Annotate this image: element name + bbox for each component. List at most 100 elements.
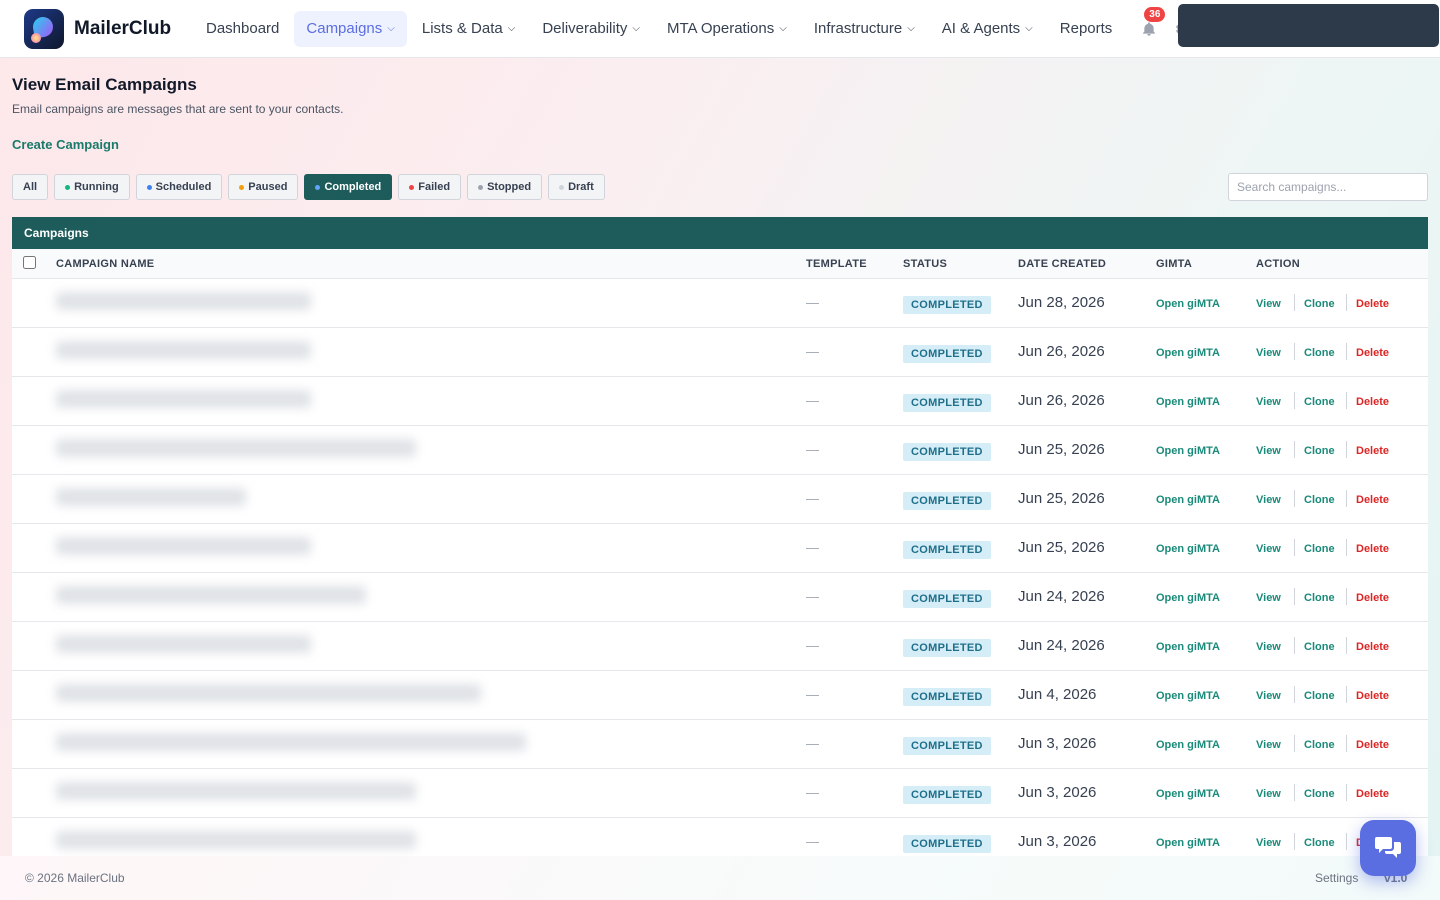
col-date-created[interactable]: DATE CREATED bbox=[1018, 258, 1106, 270]
filter-all[interactable]: All bbox=[12, 174, 49, 200]
nav-item-campaigns[interactable]: Campaigns ⌵ bbox=[294, 10, 407, 47]
open-gimta-link[interactable]: Open giMTA bbox=[1156, 396, 1220, 408]
open-gimta-link[interactable]: Open giMTA bbox=[1156, 347, 1220, 359]
campaign-name-redacted[interactable] bbox=[56, 733, 526, 751]
table-row: — COMPLETED Jun 28, 2026 Open giMTA View Clon… bbox=[12, 279, 1428, 328]
clone-link[interactable]: Clone bbox=[1304, 445, 1335, 457]
delete-link[interactable]: Delete bbox=[1356, 445, 1389, 457]
delete-link[interactable]: Delete bbox=[1356, 298, 1389, 310]
table-row: — COMPLETED Jun 3, 2026 Open giMTA View Clone… bbox=[12, 818, 1428, 856]
action-separator bbox=[1294, 294, 1295, 311]
nav-item-label: AI & Agents bbox=[941, 20, 1021, 37]
filter-draft[interactable]: Draft bbox=[548, 174, 605, 200]
campaign-name-redacted[interactable] bbox=[56, 684, 481, 702]
clone-link[interactable]: Clone bbox=[1304, 494, 1335, 506]
nav-item-deliverability[interactable]: Deliverability ⌵ bbox=[530, 11, 652, 47]
select-all-checkbox[interactable] bbox=[23, 256, 36, 269]
view-link[interactable]: View bbox=[1256, 739, 1281, 751]
delete-link[interactable]: Delete bbox=[1356, 494, 1389, 506]
filter-failed[interactable]: Failed bbox=[398, 174, 462, 200]
view-link[interactable]: View bbox=[1256, 690, 1281, 702]
nav-item-mta-operations[interactable]: MTA Operations ⌵ bbox=[655, 11, 799, 47]
page-subtitle: Email campaigns are messages that are se… bbox=[12, 102, 344, 116]
col-template[interactable]: TEMPLATE bbox=[806, 258, 867, 270]
nav-item-ai-and-agents[interactable]: AI & Agents ⌵ bbox=[930, 11, 1045, 47]
clone-link[interactable]: Clone bbox=[1304, 543, 1335, 555]
clone-link[interactable]: Clone bbox=[1304, 690, 1335, 702]
nav-item-dashboard[interactable]: Dashboard bbox=[194, 11, 291, 47]
brand[interactable]: MailerClub bbox=[24, 8, 194, 49]
user-account-menu[interactable] bbox=[1178, 4, 1439, 47]
filter-stopped[interactable]: Stopped bbox=[467, 174, 543, 200]
action-separator bbox=[1294, 490, 1295, 507]
campaign-name-redacted[interactable] bbox=[56, 586, 366, 604]
view-link[interactable]: View bbox=[1256, 592, 1281, 604]
open-gimta-link[interactable]: Open giMTA bbox=[1156, 641, 1220, 653]
clone-link[interactable]: Clone bbox=[1304, 641, 1335, 653]
delete-link[interactable]: Delete bbox=[1356, 347, 1389, 359]
campaign-name-redacted[interactable] bbox=[56, 341, 311, 359]
view-link[interactable]: View bbox=[1256, 445, 1281, 457]
filter-scheduled[interactable]: Scheduled bbox=[135, 174, 223, 200]
open-gimta-link[interactable]: Open giMTA bbox=[1156, 837, 1220, 849]
delete-link[interactable]: Delete bbox=[1356, 396, 1389, 408]
status-dot-icon bbox=[478, 184, 484, 190]
delete-link[interactable]: Delete bbox=[1356, 543, 1389, 555]
open-gimta-link[interactable]: Open giMTA bbox=[1156, 543, 1220, 555]
delete-link[interactable]: Delete bbox=[1356, 592, 1389, 604]
campaign-name-redacted[interactable] bbox=[56, 292, 311, 310]
search-input[interactable] bbox=[1228, 173, 1428, 201]
open-gimta-link[interactable]: Open giMTA bbox=[1156, 298, 1220, 310]
clone-link[interactable]: Clone bbox=[1304, 396, 1335, 408]
nav-item-lists-and-data[interactable]: Lists & Data ⌵ bbox=[410, 11, 527, 47]
clone-link[interactable]: Clone bbox=[1304, 739, 1335, 751]
open-gimta-link[interactable]: Open giMTA bbox=[1156, 788, 1220, 800]
view-link[interactable]: View bbox=[1256, 837, 1281, 849]
view-link[interactable]: View bbox=[1256, 494, 1281, 506]
campaign-name-redacted[interactable] bbox=[56, 831, 416, 849]
filter-paused[interactable]: Paused bbox=[228, 174, 299, 200]
template-cell: — bbox=[806, 687, 819, 702]
campaign-name-redacted[interactable] bbox=[56, 537, 311, 555]
nav-item-label: Lists & Data bbox=[421, 20, 503, 37]
delete-link[interactable]: Delete bbox=[1356, 788, 1389, 800]
open-gimta-link[interactable]: Open giMTA bbox=[1156, 739, 1220, 751]
view-link[interactable]: View bbox=[1256, 298, 1281, 310]
filter-running[interactable]: Running bbox=[54, 174, 130, 200]
nav-item-reports[interactable]: Reports bbox=[1048, 11, 1125, 47]
delete-link[interactable]: Delete bbox=[1356, 739, 1389, 751]
nav-item-infrastructure[interactable]: Infrastructure ⌵ bbox=[802, 11, 927, 47]
clone-link[interactable]: Clone bbox=[1304, 592, 1335, 604]
col-status[interactable]: STATUS bbox=[903, 258, 947, 270]
open-gimta-link[interactable]: Open giMTA bbox=[1156, 445, 1220, 457]
campaign-name-redacted[interactable] bbox=[56, 635, 311, 653]
campaign-name-redacted[interactable] bbox=[56, 439, 416, 457]
filter-completed[interactable]: Completed bbox=[304, 174, 393, 200]
footer-settings-link[interactable]: Settings bbox=[1315, 871, 1358, 885]
chat-button[interactable] bbox=[1360, 820, 1416, 876]
view-link[interactable]: View bbox=[1256, 788, 1281, 800]
delete-link[interactable]: Delete bbox=[1356, 690, 1389, 702]
campaign-name-redacted[interactable] bbox=[56, 390, 311, 408]
view-link[interactable]: View bbox=[1256, 543, 1281, 555]
clone-link[interactable]: Clone bbox=[1304, 837, 1335, 849]
view-link[interactable]: View bbox=[1256, 641, 1281, 653]
open-gimta-link[interactable]: Open giMTA bbox=[1156, 592, 1220, 604]
open-gimta-link[interactable]: Open giMTA bbox=[1156, 494, 1220, 506]
delete-link[interactable]: Delete bbox=[1356, 641, 1389, 653]
table-row: — COMPLETED Jun 25, 2026 Open giMTA View Clon… bbox=[12, 426, 1428, 475]
clone-link[interactable]: Clone bbox=[1304, 788, 1335, 800]
notifications-button[interactable]: 36 bbox=[1137, 6, 1166, 41]
col-campaign-name[interactable]: CAMPAIGN NAME bbox=[56, 258, 154, 270]
create-campaign-link[interactable]: Create Campaign bbox=[12, 137, 119, 152]
table-header-row: CAMPAIGN NAME TEMPLATE STATUS DATE CREAT… bbox=[12, 249, 1428, 279]
clone-link[interactable]: Clone bbox=[1304, 347, 1335, 359]
open-gimta-link[interactable]: Open giMTA bbox=[1156, 690, 1220, 702]
campaign-name-redacted[interactable] bbox=[56, 488, 246, 506]
status-badge: COMPLETED bbox=[903, 590, 991, 608]
view-link[interactable]: View bbox=[1256, 347, 1281, 359]
clone-link[interactable]: Clone bbox=[1304, 298, 1335, 310]
col-action: ACTION bbox=[1256, 258, 1300, 270]
view-link[interactable]: View bbox=[1256, 396, 1281, 408]
campaign-name-redacted[interactable] bbox=[56, 782, 416, 800]
